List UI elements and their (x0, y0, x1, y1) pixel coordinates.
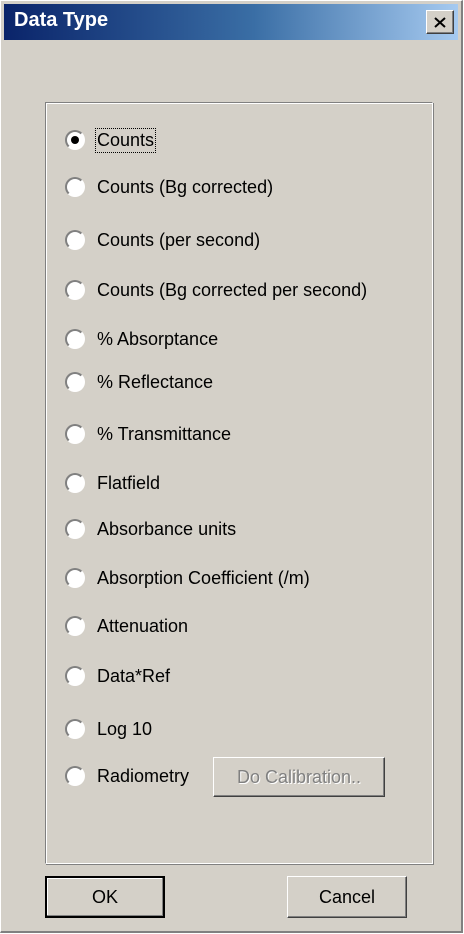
option-label-absorptance: % Absorptance (97, 328, 219, 349)
radio-button-counts[interactable] (65, 130, 85, 150)
option-label-counts-bg-corrected-per-second: Counts (Bg corrected per second) (97, 279, 368, 300)
option-label-reflectance: % Reflectance (97, 371, 214, 392)
radio-counts-per-second[interactable]: Counts (per second) (65, 225, 260, 255)
radio-button-counts-per-second[interactable] (65, 230, 85, 250)
radio-counts-bg-corrected-per-second[interactable]: Counts (Bg corrected per second) (65, 275, 367, 305)
radio-counts[interactable]: Counts (65, 125, 157, 155)
radio-radiometry[interactable]: Radiometry (65, 761, 189, 791)
radio-button-attenuation[interactable] (65, 616, 85, 636)
option-label-counts-bg-corrected: Counts (Bg corrected) (97, 176, 274, 197)
close-button[interactable] (426, 10, 454, 34)
radio-reflectance[interactable]: % Reflectance (65, 367, 213, 397)
radio-log10[interactable]: Log 10 (65, 714, 152, 744)
radio-data-ref[interactable]: Data*Ref (65, 661, 170, 691)
radio-absorptance[interactable]: % Absorptance (65, 324, 218, 354)
radio-button-reflectance[interactable] (65, 372, 85, 392)
radio-button-flatfield[interactable] (65, 473, 85, 493)
option-label-absorbance-units: Absorbance units (97, 518, 237, 539)
option-label-data-ref: Data*Ref (97, 665, 171, 686)
option-label-absorption-coefficient: Absorption Coefficient (/m) (97, 567, 310, 588)
ok-button[interactable]: OK (45, 876, 165, 918)
option-label-flatfield: Flatfield (97, 472, 161, 493)
option-label-radiometry: Radiometry (97, 765, 190, 786)
radio-button-data-ref[interactable] (65, 666, 85, 686)
radio-absorbance-units[interactable]: Absorbance units (65, 514, 236, 544)
option-label-attenuation: Attenuation (97, 615, 189, 636)
radio-button-counts-bg-corrected[interactable] (65, 177, 85, 197)
radio-counts-bg-corrected[interactable]: Counts (Bg corrected) (65, 172, 273, 202)
cancel-button[interactable]: Cancel (287, 876, 407, 918)
dialog-title: Data Type (14, 9, 109, 31)
radio-button-absorptance[interactable] (65, 329, 85, 349)
data-type-dialog: Data Type Counts Counts (Bg corrected) C… (0, 0, 463, 933)
radio-button-log10[interactable] (65, 719, 85, 739)
radio-attenuation[interactable]: Attenuation (65, 611, 188, 641)
option-label-counts: Counts (94, 127, 157, 153)
radio-button-radiometry[interactable] (65, 766, 85, 786)
radio-button-counts-bg-corrected-per-second[interactable] (65, 280, 85, 300)
radio-button-transmittance[interactable] (65, 424, 85, 444)
radio-button-absorption-coefficient[interactable] (65, 568, 85, 588)
do-calibration-button[interactable]: Do Calibration.. (213, 757, 385, 797)
close-icon (434, 16, 446, 28)
radio-transmittance[interactable]: % Transmittance (65, 419, 231, 449)
radio-flatfield[interactable]: Flatfield (65, 468, 160, 498)
option-label-counts-per-second: Counts (per second) (97, 229, 261, 250)
title-bar[interactable]: Data Type (4, 4, 458, 40)
option-label-log10: Log 10 (97, 718, 153, 739)
radio-button-absorbance-units[interactable] (65, 519, 85, 539)
option-label-transmittance: % Transmittance (97, 423, 232, 444)
radio-absorption-coefficient[interactable]: Absorption Coefficient (/m) (65, 563, 310, 593)
